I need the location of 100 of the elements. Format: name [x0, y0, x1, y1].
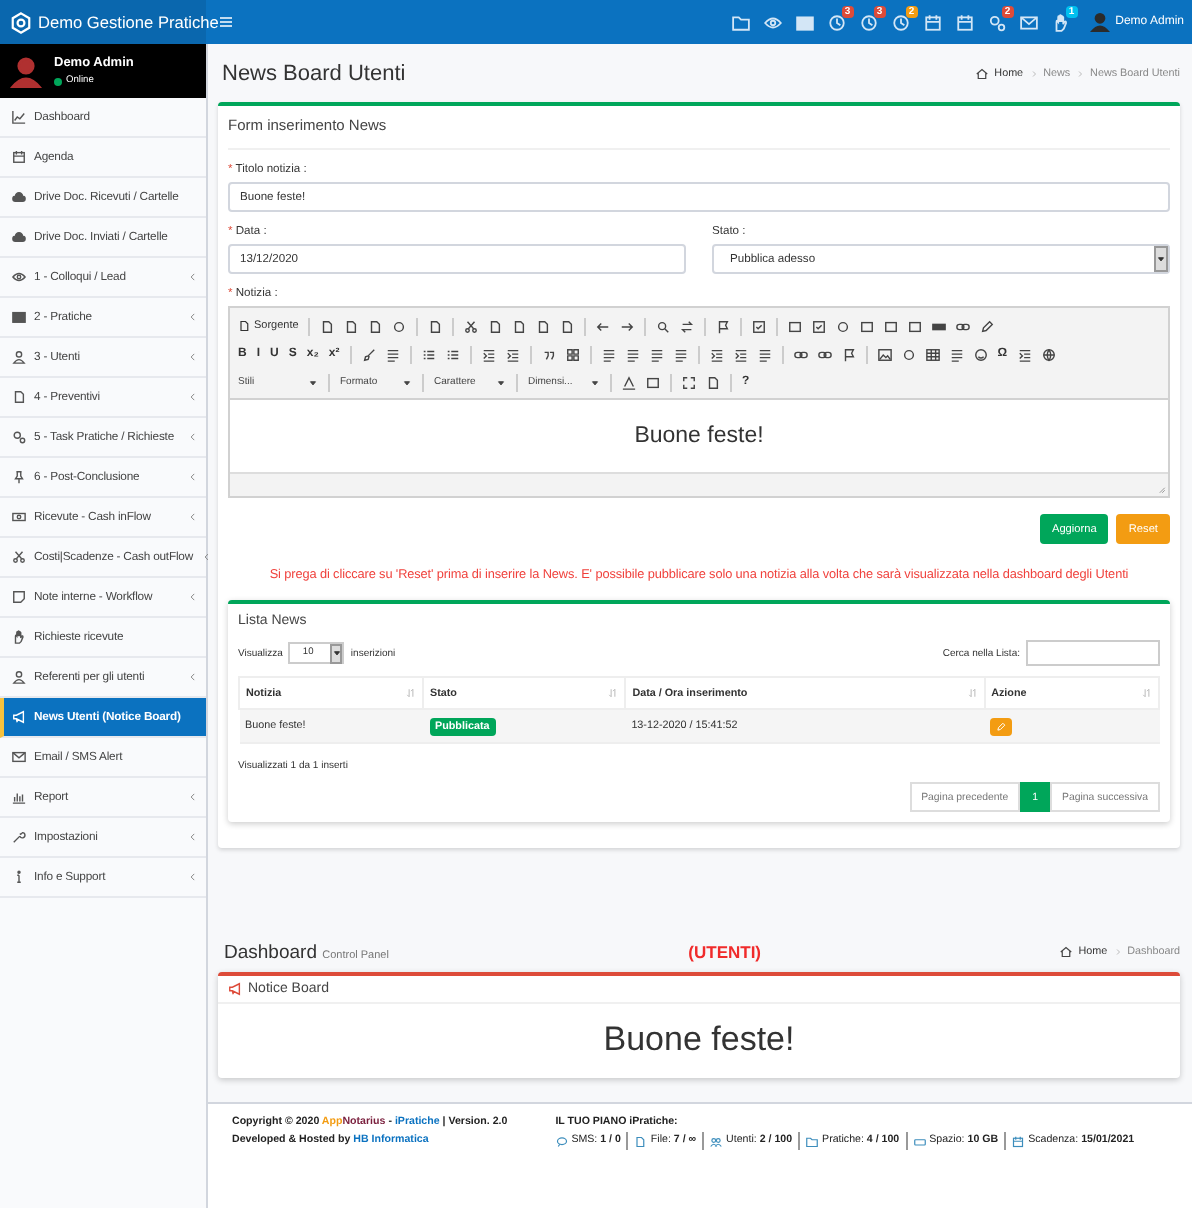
indent-icon[interactable]	[481, 347, 496, 361]
sort-icon	[406, 688, 416, 698]
redo-icon[interactable]	[620, 319, 635, 333]
caret-icon	[1156, 254, 1166, 264]
lines-icon[interactable]	[649, 347, 664, 361]
checkbox-icon[interactable]	[812, 319, 827, 333]
gears-icon	[12, 430, 26, 444]
list-icon[interactable]	[421, 347, 436, 361]
clock-icon[interactable]	[891, 13, 910, 31]
square-icon[interactable]	[884, 319, 899, 333]
calendar-icon[interactable]	[955, 13, 974, 31]
chevron-left-icon	[188, 432, 198, 442]
chevron-left-icon	[188, 472, 198, 482]
document-icon[interactable]	[428, 319, 443, 333]
document-icon[interactable]	[706, 375, 720, 389]
flag-icon[interactable]	[841, 347, 856, 361]
gears-icon[interactable]	[987, 13, 1006, 31]
expand-icon[interactable]	[682, 375, 696, 389]
chevron-left-icon	[188, 392, 198, 402]
app-title: Demo Gestione Pratiche	[38, 12, 219, 32]
caret-icon	[331, 648, 342, 658]
square-icon[interactable]	[860, 319, 875, 333]
bar-icon[interactable]	[932, 319, 947, 333]
lines-icon[interactable]	[673, 347, 688, 361]
cloud-icon	[12, 230, 26, 244]
lines-icon[interactable]	[949, 347, 964, 361]
lines-icon[interactable]	[601, 347, 616, 361]
globe-icon[interactable]	[1041, 347, 1056, 361]
chevron-left-icon	[188, 832, 198, 842]
circle-icon[interactable]	[901, 347, 916, 361]
chevron-left-icon	[188, 872, 198, 882]
indent-icon[interactable]	[505, 347, 520, 361]
note-icon	[12, 590, 26, 604]
link-icon[interactable]	[956, 319, 971, 333]
table-icon[interactable]	[925, 347, 940, 361]
home-icon	[976, 67, 989, 79]
eye-icon	[12, 270, 26, 284]
megaphone-icon	[228, 982, 242, 996]
undo-icon[interactable]	[596, 319, 611, 333]
banknote-icon	[12, 510, 26, 524]
clock-icon[interactable]	[827, 13, 846, 31]
hand-icon	[12, 630, 26, 644]
chevron-left-icon	[188, 792, 198, 802]
circle-icon[interactable]	[836, 319, 851, 333]
megaphone-icon	[12, 710, 26, 724]
envelope-icon	[12, 750, 26, 764]
page-title: News Board Utenti	[222, 61, 406, 85]
drive-icon	[913, 1135, 926, 1147]
indent-icon[interactable]	[733, 347, 748, 361]
folder-icon	[806, 1135, 819, 1147]
folder-icon[interactable]	[731, 13, 750, 31]
chevron-left-icon	[201, 552, 212, 562]
chevron-left-icon	[188, 592, 198, 602]
caret-icon	[308, 377, 318, 387]
hexagon-logo-icon	[10, 11, 32, 33]
board-message: Buone feste!	[601, 1018, 797, 1062]
brush-icon[interactable]	[361, 347, 376, 361]
chevron-left-icon	[188, 272, 198, 282]
image-icon[interactable]	[877, 347, 892, 361]
grid-icon[interactable]	[565, 347, 580, 361]
pencil-icon[interactable]	[980, 319, 995, 333]
envelope-icon[interactable]	[1019, 13, 1038, 31]
menu-icon[interactable]	[218, 14, 234, 30]
lines-icon[interactable]	[385, 347, 400, 361]
sort-icon	[608, 688, 619, 698]
smiley-icon[interactable]	[973, 347, 988, 361]
square-icon[interactable]	[788, 319, 803, 333]
hand-icon[interactable]	[1051, 13, 1070, 31]
caret-icon	[402, 377, 412, 387]
document-icon	[12, 390, 26, 404]
search-field[interactable]	[1026, 640, 1160, 666]
flag-icon[interactable]	[716, 319, 731, 333]
avatar-icon	[1089, 12, 1110, 32]
indent-icon[interactable]	[709, 347, 724, 361]
calendar-icon[interactable]	[923, 13, 942, 31]
document-icon	[238, 320, 250, 332]
lines-icon[interactable]	[625, 347, 640, 361]
list-icon[interactable]	[445, 347, 460, 361]
bar-chart-icon	[12, 790, 26, 804]
status-dot	[54, 77, 62, 85]
role-tag: (UTENTI)	[388, 942, 1061, 962]
lines-icon[interactable]	[757, 347, 772, 361]
speech-bubble-icon	[555, 1135, 568, 1147]
pin-icon	[12, 470, 26, 484]
eye-icon[interactable]	[763, 13, 782, 31]
user-icon	[12, 350, 26, 364]
font-color-icon[interactable]	[622, 375, 636, 389]
sort-icon	[967, 688, 978, 698]
square-icon[interactable]	[908, 319, 923, 333]
scissors-icon[interactable]	[464, 319, 479, 333]
square-icon[interactable]	[646, 375, 660, 389]
clock-icon[interactable]	[859, 13, 878, 31]
scissors-icon	[12, 550, 26, 564]
swap-icon[interactable]	[680, 319, 695, 333]
circle-icon[interactable]	[392, 319, 407, 333]
quote-icon[interactable]	[541, 347, 556, 361]
indent-icon[interactable]	[1017, 347, 1032, 361]
checkbox-icon[interactable]	[752, 319, 767, 333]
search-icon[interactable]	[656, 319, 671, 333]
home-icon	[1060, 946, 1073, 958]
